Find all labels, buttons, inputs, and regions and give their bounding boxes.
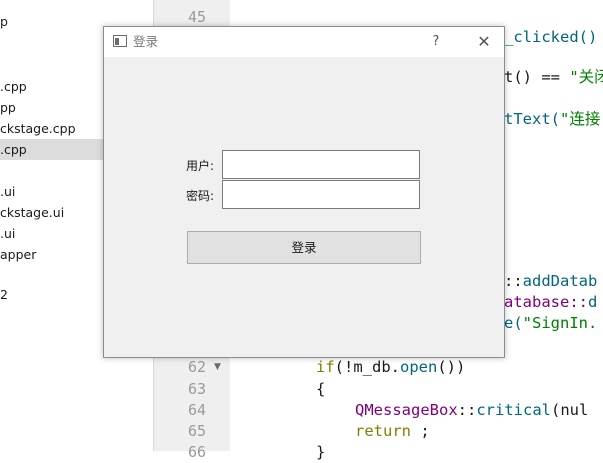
code-token: tText( bbox=[504, 110, 560, 128]
code-keyword: return bbox=[355, 422, 411, 440]
code-string: "SignIn. bbox=[522, 314, 598, 332]
code-string: "关闭 bbox=[569, 68, 603, 86]
code-token: :: bbox=[504, 272, 523, 290]
line-number: 65 bbox=[187, 422, 206, 440]
file-tree-item[interactable]: 2 bbox=[0, 284, 8, 305]
login-dialog: 登录 ? ✕ 用户: 密码: 登录 bbox=[103, 26, 505, 358]
close-button[interactable]: ✕ bbox=[464, 27, 504, 57]
code-token: open bbox=[400, 358, 438, 376]
code-token: addDatab bbox=[522, 272, 598, 290]
code-token: critical bbox=[476, 401, 551, 419]
code-token: QMessageBox bbox=[355, 401, 458, 419]
code-token: d bbox=[588, 293, 598, 311]
code-keyword: if bbox=[316, 358, 335, 376]
file-tree-item[interactable]: pp bbox=[0, 97, 16, 118]
file-tree-item[interactable]: apper bbox=[0, 244, 36, 265]
file-tree-item[interactable]: .cpp bbox=[0, 76, 27, 97]
dialog-titlebar[interactable]: 登录 ? ✕ bbox=[104, 27, 504, 57]
code-token: { bbox=[316, 380, 326, 398]
file-tree-item[interactable]: ckstage.ui bbox=[0, 202, 64, 223]
username-label: 用户: bbox=[186, 159, 215, 173]
dialog-title: 登录 bbox=[133, 34, 159, 49]
line-number: 45 bbox=[187, 8, 206, 26]
username-field[interactable] bbox=[222, 150, 420, 179]
line-number: 63 bbox=[187, 380, 206, 398]
password-field[interactable] bbox=[222, 180, 420, 209]
file-tree-item[interactable]: .ui bbox=[0, 181, 15, 202]
line-number: 62 bbox=[187, 358, 206, 376]
line-number: 66 bbox=[187, 443, 206, 461]
code-string: "连接 bbox=[560, 110, 601, 128]
code-token: (!m_db. bbox=[334, 358, 400, 376]
code-token: e( bbox=[504, 314, 523, 332]
code-token: atabase:: bbox=[504, 293, 588, 311]
code-token: ; bbox=[411, 422, 430, 440]
login-button[interactable]: 登录 bbox=[187, 231, 421, 264]
code-token: } bbox=[316, 443, 326, 461]
code-token: _clicked() bbox=[504, 28, 598, 46]
fold-marker-icon[interactable]: ▼ bbox=[214, 357, 221, 378]
code-token: (nul bbox=[550, 401, 589, 419]
help-button[interactable]: ? bbox=[419, 27, 453, 57]
code-token: ()) bbox=[437, 358, 466, 376]
window-icon bbox=[113, 35, 127, 47]
code-token: t() == bbox=[504, 68, 570, 86]
line-number: 64 bbox=[187, 401, 206, 419]
file-tree-item[interactable]: ckstage.cpp bbox=[0, 118, 76, 139]
file-tree-item[interactable]: p bbox=[0, 11, 8, 32]
password-label: 密码: bbox=[186, 189, 215, 203]
code-token: :: bbox=[457, 401, 477, 419]
file-tree-item[interactable]: .ui bbox=[0, 223, 15, 244]
